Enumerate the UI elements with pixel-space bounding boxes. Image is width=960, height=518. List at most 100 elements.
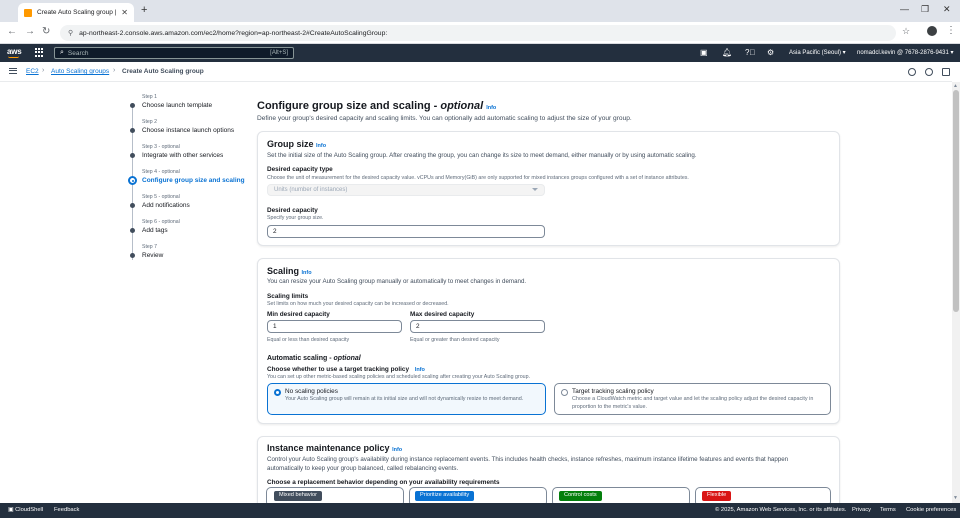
page-info-link[interactable]: Info: [486, 105, 496, 111]
breadcrumb-auto-scaling-groups[interactable]: Auto Scaling groups: [51, 68, 109, 75]
feedback-link[interactable]: Feedback: [54, 507, 79, 513]
step-title[interactable]: Choose instance launch options: [142, 127, 234, 134]
auto-scaling-optional: optional: [333, 355, 361, 362]
step-title[interactable]: Add notifications: [142, 202, 190, 209]
scroll-down-icon[interactable]: ▼: [953, 495, 958, 501]
step-dot: [130, 103, 135, 108]
group-size-card: Group size Info Set the initial size of …: [257, 131, 840, 246]
step-title[interactable]: Add tags: [142, 227, 168, 234]
terms-link[interactable]: Terms: [880, 507, 896, 513]
page-scrollbar[interactable]: ▲ ▼: [952, 82, 960, 503]
step-title[interactable]: Review: [142, 252, 163, 259]
maintenance-description: Control your Auto Scaling group's availa…: [267, 456, 789, 472]
aws-top-nav: aws ⌕ Search [Alt+S] ▣ 🔔︎ ?⃝ ⚙ Asia Paci…: [0, 44, 960, 62]
desired-capacity-input[interactable]: 2: [267, 225, 545, 238]
tab-title: Create Auto Scaling group | E: [37, 9, 117, 16]
page-title-optional: optional: [440, 100, 484, 112]
maintenance-title-text: Instance maintenance policy: [267, 443, 390, 453]
step-dot: [130, 253, 135, 258]
scaling-info-link[interactable]: Info: [302, 270, 312, 276]
browser-tab[interactable]: Create Auto Scaling group | E ✕: [18, 3, 134, 22]
scaling-title: Scaling Info: [267, 266, 312, 276]
hamburger-menu-icon[interactable]: [9, 68, 17, 74]
capacity-type-hint: Choose the unit of measurement for the d…: [267, 175, 689, 181]
chevron-right-icon: ›: [42, 67, 45, 74]
restore-icon[interactable]: ❐: [921, 4, 929, 15]
forward-icon[interactable]: →: [25, 26, 35, 37]
search-icon: ⌕: [60, 49, 64, 56]
option-description: Your Auto Scaling group will remain at i…: [285, 396, 524, 402]
radio-unselected[interactable]: [561, 389, 568, 396]
group-size-info-link[interactable]: Info: [316, 143, 326, 149]
scroll-up-icon[interactable]: ▲: [953, 83, 958, 89]
feedback-icon[interactable]: [942, 68, 950, 76]
badge-control-costs: Control costs: [559, 491, 602, 501]
address-bar-row: ← → ↻ ⚲ ap-northeast-2.console.aws.amazo…: [0, 22, 960, 44]
url-text: ap-northeast-2.console.aws.amazon.com/ec…: [79, 29, 388, 37]
capacity-type-select: Units (number of instances): [267, 184, 545, 196]
page-title-text: Configure group size and scaling -: [257, 100, 438, 112]
min-capacity-hint: Equal or less than desired capacity: [267, 337, 350, 343]
region-selector[interactable]: Asia Pacific (Seoul) ▾: [789, 49, 846, 56]
back-icon[interactable]: ←: [7, 26, 17, 37]
tracking-info-link[interactable]: Info: [415, 367, 425, 373]
breadcrumb: EC2 › Auto Scaling groups › Create Auto …: [0, 62, 952, 82]
settings-gear-icon[interactable]: ⚙: [767, 48, 774, 57]
browser-menu-icon[interactable]: ⋮: [946, 25, 956, 36]
max-capacity-hint: Equal or greater than desired capacity: [410, 337, 500, 343]
chevron-right-icon: ›: [113, 67, 116, 74]
step-dot: [130, 128, 135, 133]
cookie-preferences-link[interactable]: Cookie preferences: [906, 507, 956, 513]
cloudshell-icon[interactable]: ▣: [700, 48, 708, 57]
scaling-card: Scaling Info You can resize your Auto Sc…: [257, 258, 840, 424]
step-dot: [130, 153, 135, 158]
step-title[interactable]: Integrate with other services: [142, 152, 223, 159]
desired-capacity-hint: Specify your group size.: [267, 215, 324, 221]
step-label: Step 1: [142, 94, 157, 100]
page-title: Configure group size and scaling - optio…: [257, 100, 496, 112]
info-circle-icon[interactable]: [908, 68, 916, 76]
aws-logo[interactable]: aws: [7, 47, 22, 56]
cloudshell-label: CloudShell: [15, 507, 44, 513]
search-placeholder: Search: [67, 49, 89, 57]
minimize-icon[interactable]: —: [900, 4, 909, 14]
badge-prioritize-availability: Prioritize availability: [415, 491, 475, 501]
radio-selected[interactable]: [274, 389, 281, 396]
privacy-link[interactable]: Privacy: [852, 507, 871, 513]
no-scaling-policies-option[interactable]: No scaling policies Your Auto Scaling gr…: [267, 383, 546, 415]
notifications-bell-icon[interactable]: 🔔︎: [722, 48, 732, 57]
services-grid-icon[interactable]: [35, 48, 44, 57]
help-icon[interactable]: ?⃝: [745, 48, 755, 57]
step-title[interactable]: Configure group size and scaling: [142, 177, 245, 184]
profile-avatar[interactable]: [927, 26, 937, 36]
step-title[interactable]: Choose launch template: [142, 102, 212, 109]
auto-scaling-label: Automatic scaling - optional: [267, 355, 361, 362]
breadcrumb-ec2[interactable]: EC2: [26, 68, 39, 75]
new-tab-icon[interactable]: +: [141, 4, 147, 16]
maintenance-info-link[interactable]: Info: [392, 447, 402, 453]
bookmark-star-icon[interactable]: ☆: [902, 26, 910, 37]
site-info-icon[interactable]: ⚲: [68, 29, 73, 37]
account-menu[interactable]: nomadcl.kevin @ 7678-2876-9431 ▾: [857, 49, 954, 56]
window-close-icon[interactable]: ✕: [943, 4, 951, 15]
replacement-behavior-label: Choose a replacement behavior depending …: [267, 479, 500, 486]
reload-icon[interactable]: ↻: [42, 26, 50, 37]
clock-icon[interactable]: [925, 68, 933, 76]
step-label: Step 4 - optional: [142, 169, 180, 175]
target-tracking-option[interactable]: Target tracking scaling policy Choose a …: [554, 383, 831, 415]
scroll-thumb[interactable]: [953, 90, 959, 312]
desired-capacity-label: Desired capacity: [267, 207, 318, 214]
max-capacity-input[interactable]: 2: [410, 320, 545, 333]
url-field[interactable]: ⚲ ap-northeast-2.console.aws.amazon.com/…: [60, 25, 896, 41]
scaling-limits-hint: Set limits on how much your desired capa…: [267, 301, 449, 307]
step-dot: [130, 203, 135, 208]
badge-flexible: Flexible: [702, 491, 732, 501]
step-label: Step 2: [142, 119, 157, 125]
min-capacity-input[interactable]: 1: [267, 320, 402, 333]
close-icon[interactable]: ✕: [121, 8, 128, 17]
search-input[interactable]: ⌕ Search [Alt+S]: [54, 47, 294, 59]
step-dot: [128, 176, 137, 185]
cloudshell-link[interactable]: ▣ CloudShell: [8, 507, 43, 513]
tracking-hint: You can set up other metric-based scalin…: [267, 374, 531, 380]
scaling-title-text: Scaling: [267, 266, 300, 276]
